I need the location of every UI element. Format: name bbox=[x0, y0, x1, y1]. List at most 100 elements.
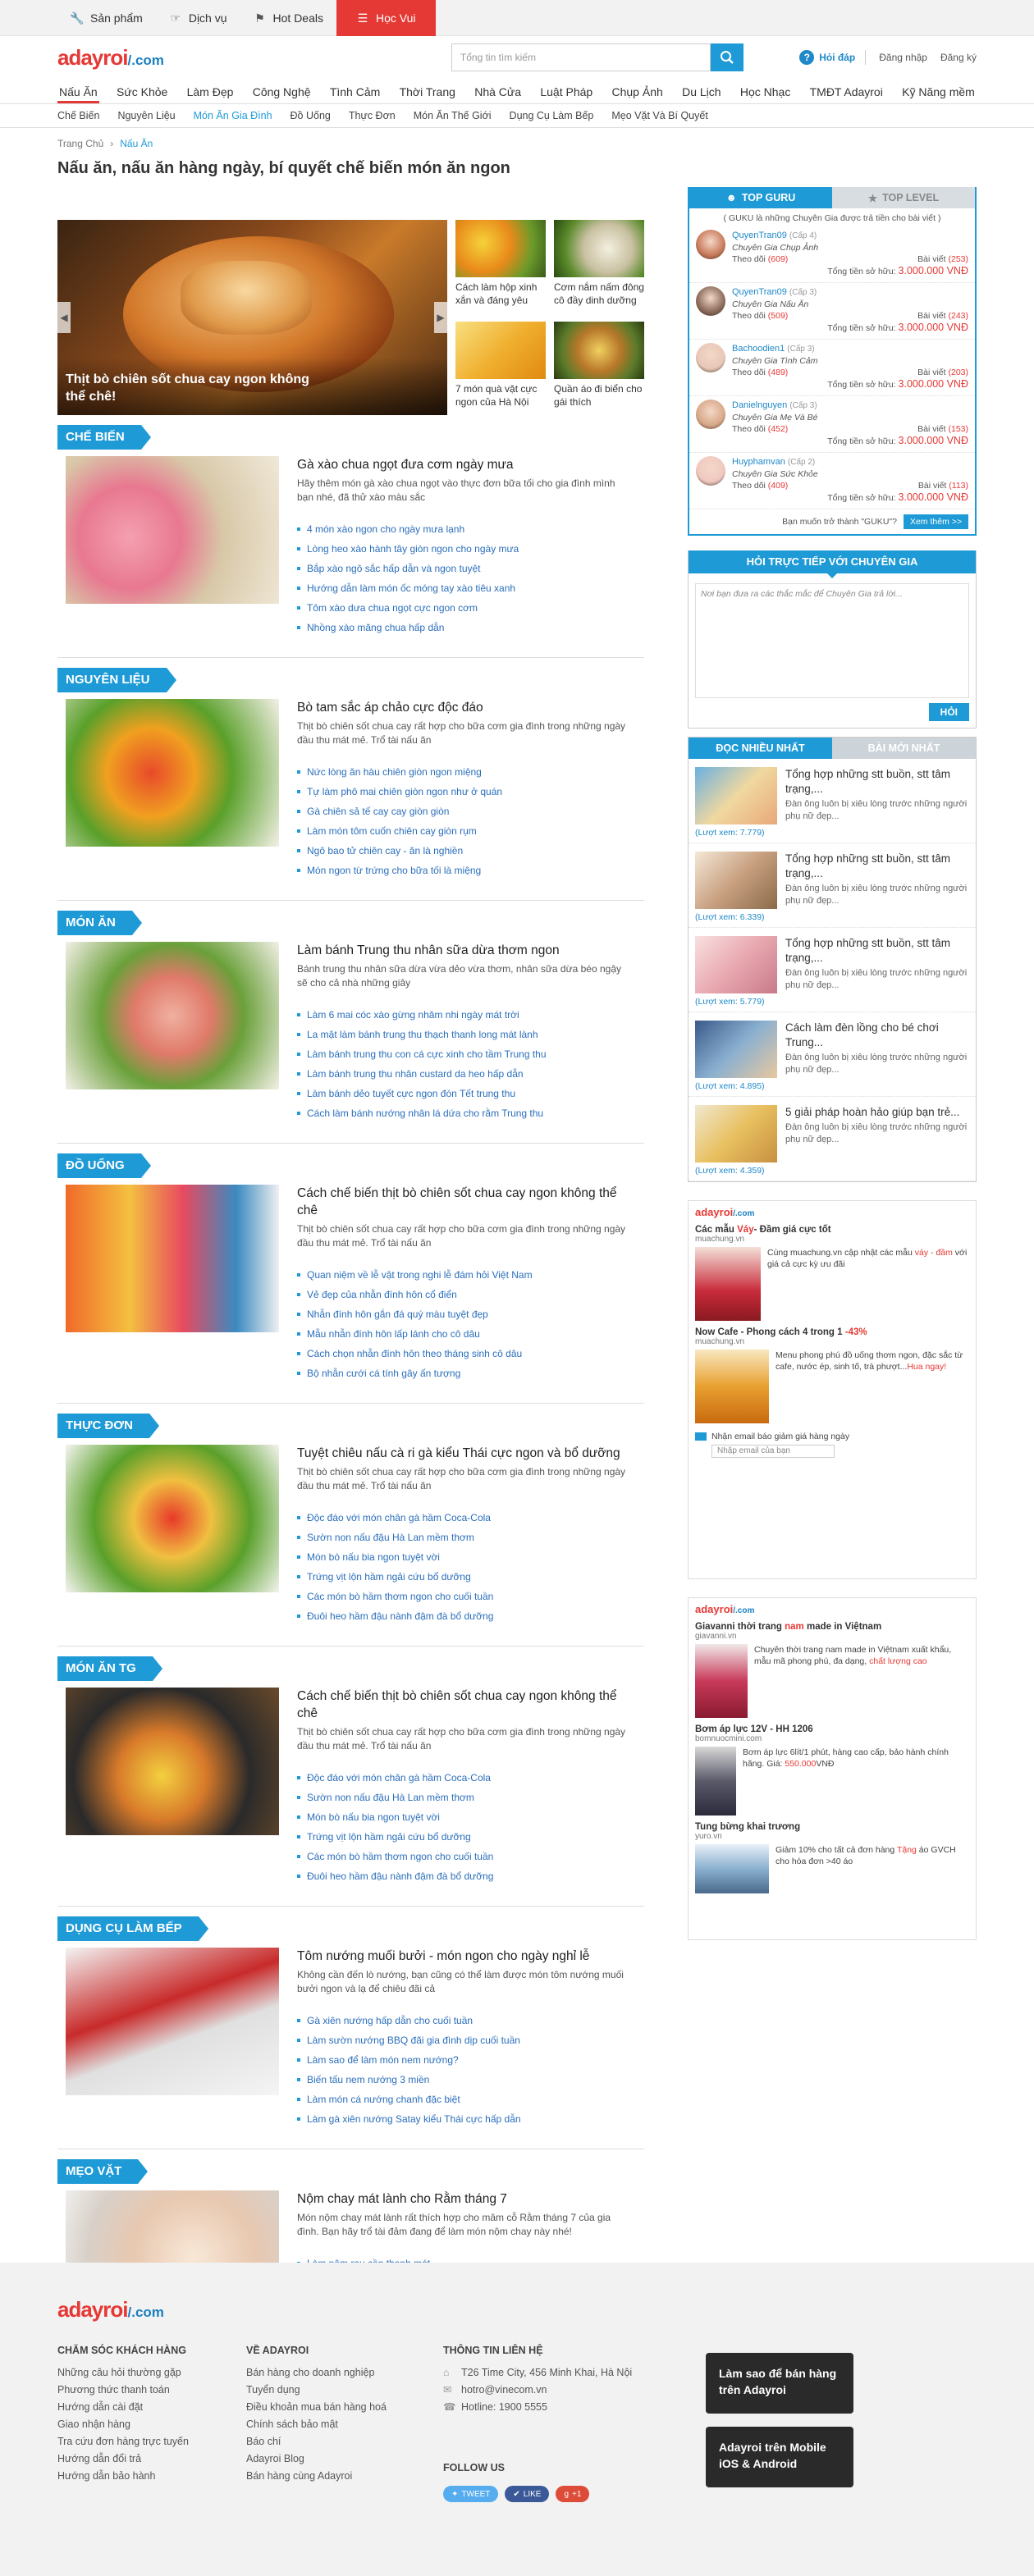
footer-link[interactable]: Chính sách bảo mật bbox=[246, 2416, 387, 2433]
ad-title[interactable]: Các mẫu Váy- Đầm giá cực tốt bbox=[695, 1225, 969, 1235]
login-link[interactable]: Đăng nhập bbox=[879, 52, 927, 63]
contact-email[interactable]: ✉ hotro@vinecom.vn bbox=[443, 2382, 632, 2399]
guru-name[interactable]: QuyenTran09 bbox=[732, 231, 787, 240]
nav-tinh-cam[interactable]: Tình Cảm bbox=[328, 85, 382, 103]
ad-item[interactable]: Bơm áp lực 12V - HH 1206 bomnuocmini.com B… bbox=[695, 1724, 969, 1816]
related-link[interactable]: Độc đáo với món chân gà hầm Coca-Cola bbox=[297, 1508, 634, 1528]
popular-thumbnail[interactable] bbox=[695, 767, 777, 824]
footer-link[interactable]: Hướng dẫn cài đặt bbox=[57, 2399, 189, 2416]
related-link[interactable]: Tự làm phô mai chiên giòn ngon như ở quá… bbox=[297, 782, 634, 802]
sell-on-adayroi-button[interactable]: Làm sao để bán hàng trên Adayroi bbox=[706, 2353, 853, 2414]
ad-image[interactable] bbox=[695, 1247, 761, 1321]
section-image[interactable] bbox=[66, 1185, 279, 1332]
related-link[interactable]: Hướng dẫn làm món ốc móng tay xào tiêu x… bbox=[297, 578, 634, 598]
footer-link[interactable]: Bán hàng cùng Adayroi bbox=[246, 2468, 387, 2485]
question-textarea[interactable]: Nơi bạn đưa ra các thắc mắc để Chuyên Gi… bbox=[695, 583, 969, 698]
mobile-app-button[interactable]: Adayroi trên Mobile iOS & Android bbox=[706, 2427, 853, 2487]
nav-ky-nang[interactable]: Kỹ Năng mềm bbox=[900, 85, 977, 103]
section-headline[interactable]: Bò tam sắc áp chảo cực độc đáo bbox=[297, 699, 634, 716]
related-link[interactable]: Ngô bao tử chiên cay - ăn là nghiền bbox=[297, 841, 634, 861]
section-tag[interactable]: MÓN ĂN bbox=[57, 911, 142, 935]
help-link[interactable]: ? Hỏi đáp bbox=[799, 50, 867, 65]
related-link[interactable]: Làm sườn nướng BBQ đãi gia đình dịp cuối… bbox=[297, 2030, 634, 2050]
footer-link[interactable]: Những câu hỏi thường gặp bbox=[57, 2364, 189, 2382]
related-link[interactable]: Sườn non nấu đậu Hà Lan mềm thơm bbox=[297, 1528, 634, 1547]
ad-image[interactable] bbox=[695, 1644, 748, 1718]
guru-name[interactable]: Huyphamvan bbox=[732, 457, 785, 467]
related-link[interactable]: Món bò nấu bia ngon tuyệt vời bbox=[297, 1547, 634, 1567]
tab-most-read[interactable]: ĐỌC NHIỀU NHẤT bbox=[689, 738, 832, 759]
ad-item[interactable]: Giavanni thời trang nam made in Việtnam g… bbox=[695, 1622, 969, 1718]
related-link[interactable]: Đuôi heo hầm đậu nành đậm đà bổ dưỡng bbox=[297, 1866, 634, 1886]
related-link[interactable]: Cách chọn nhẫn đính hôn theo tháng sinh … bbox=[297, 1344, 634, 1363]
related-link[interactable]: Độc đáo với món chân gà hầm Coca-Cola bbox=[297, 1768, 634, 1788]
related-link[interactable]: Đuôi heo hầm đậu nành đậm đà bổ dưỡng bbox=[297, 1606, 634, 1626]
avatar[interactable] bbox=[696, 400, 725, 429]
footer-link[interactable]: Adayroi Blog bbox=[246, 2450, 387, 2468]
section-tag[interactable]: ĐỒ UỐNG bbox=[57, 1153, 151, 1178]
related-link[interactable]: Sườn non nấu đậu Hà Lan mềm thơm bbox=[297, 1788, 634, 1807]
subnav-thuc-don[interactable]: Thực Đơn bbox=[349, 110, 396, 121]
topbar-services[interactable]: ☞ Dịch vụ bbox=[156, 0, 240, 36]
hero-item[interactable]: Cách làm hộp xinh xắn và đáng yêu bbox=[455, 220, 546, 313]
next-arrow-icon[interactable]: ▶ bbox=[434, 302, 447, 333]
ad-image[interactable] bbox=[695, 1844, 769, 1893]
like-button[interactable]: ✔ LIKE bbox=[505, 2486, 550, 2502]
section-tag[interactable]: NGUYÊN LIỆU bbox=[57, 668, 176, 692]
subnav-mon-an-the-gioi[interactable]: Món Ăn Thế Giới bbox=[414, 110, 492, 121]
avatar[interactable] bbox=[696, 286, 725, 316]
footer-link[interactable]: Bán hàng cho doanh nghiệp bbox=[246, 2364, 387, 2382]
tweet-button[interactable]: ✦ TWEET bbox=[443, 2486, 499, 2502]
popular-title[interactable]: Tổng hợp những stt buồn, stt tâm trạng,.… bbox=[785, 852, 969, 881]
section-headline[interactable]: Gà xào chua ngọt đưa cơm ngày mưa bbox=[297, 456, 634, 473]
search-button[interactable] bbox=[710, 43, 743, 71]
popular-title[interactable]: 5 giải pháp hoàn hảo giúp bạn trẻ... bbox=[785, 1105, 969, 1120]
related-link[interactable]: La mật làm bánh trung thu thạch thanh lo… bbox=[297, 1025, 634, 1044]
section-headline[interactable]: Cách chế biến thịt bò chiên sốt chua cay… bbox=[297, 1688, 634, 1722]
subnav-che-bien[interactable]: Chế Biến bbox=[57, 110, 99, 121]
related-link[interactable]: Món ngon từ trứng cho bữa tối là miệng bbox=[297, 861, 634, 880]
popular-item[interactable]: (Lượt xem: 5.779) Tổng hợp những stt buồn… bbox=[689, 928, 976, 1012]
nav-nau-an[interactable]: Nấu Ăn bbox=[57, 85, 99, 103]
prev-arrow-icon[interactable]: ◀ bbox=[57, 302, 71, 333]
related-link[interactable]: Làm bánh dẻo tuyết cực ngon đón Tết trun… bbox=[297, 1084, 634, 1103]
hero-item[interactable]: Quần áo đi biển cho gái thích bbox=[554, 322, 644, 415]
nav-lam-dep[interactable]: Làm Đẹp bbox=[185, 85, 236, 103]
footer-link[interactable]: Giao nhận hàng bbox=[57, 2416, 189, 2433]
related-link[interactable]: Tôm xào dưa chua ngọt cực ngon cơm bbox=[297, 598, 634, 618]
related-link[interactable]: Nhồng xào măng chua hấp dẫn bbox=[297, 618, 634, 637]
nav-nha-cua[interactable]: Nhà Cửa bbox=[473, 85, 523, 103]
footer-link[interactable]: Báo chí bbox=[246, 2433, 387, 2450]
footer-link[interactable]: Phương thức thanh toán bbox=[57, 2382, 189, 2399]
section-image[interactable] bbox=[66, 1445, 279, 1592]
ad-title[interactable]: Bơm áp lực 12V - HH 1206 bbox=[695, 1724, 969, 1734]
topbar-hoc-vui[interactable]: ☰ Học Vui bbox=[336, 0, 436, 36]
popular-thumbnail[interactable] bbox=[695, 936, 777, 993]
related-link[interactable]: Làm bánh trung thu con cá cực xinh cho t… bbox=[297, 1044, 634, 1064]
related-link[interactable]: Bộ nhẫn cưới cá tính gây ấn tượng bbox=[297, 1363, 634, 1383]
hero-main-story[interactable]: ◀ ▶ Thịt bò chiên sốt chua cay ngon khôn… bbox=[57, 220, 447, 415]
guru-row[interactable]: Danielnguyen (Cấp 3) Chuyên Gia Mẹ Và Bé T… bbox=[689, 396, 975, 453]
related-link[interactable]: Làm gà xiên nướng Satay kiểu Thái cực hấ… bbox=[297, 2109, 634, 2129]
related-link[interactable]: Nức lòng ăn hàu chiên giòn ngon miệng bbox=[297, 762, 634, 782]
ask-button[interactable]: HỎI bbox=[928, 703, 969, 721]
popular-thumbnail[interactable] bbox=[695, 1021, 777, 1078]
guru-name[interactable]: Bachoodien1 bbox=[732, 344, 785, 354]
footer-link[interactable]: Tra cứu đơn hàng trực tuyến bbox=[57, 2433, 189, 2450]
nav-luat-phap[interactable]: Luật Pháp bbox=[538, 85, 594, 103]
section-image[interactable] bbox=[66, 942, 279, 1089]
related-link[interactable]: Bắp xào ngô sắc hấp dẫn và ngon tuyệt bbox=[297, 559, 634, 578]
subnav-meo-vat[interactable]: Mẹo Vặt Và Bí Quyết bbox=[611, 110, 707, 121]
popular-title[interactable]: Tổng hợp những stt buồn, stt tâm trạng,.… bbox=[785, 936, 969, 966]
section-headline[interactable]: Nộm chay mát lành cho Rằm tháng 7 bbox=[297, 2190, 634, 2208]
guru-row[interactable]: Bachoodien1 (Cấp 3) Chuyên Gia Tình Cảm Th… bbox=[689, 340, 975, 396]
footer-link[interactable]: Tuyển dụng bbox=[246, 2382, 387, 2399]
topbar-products[interactable]: 🔧 Sản phẩm bbox=[57, 0, 156, 36]
topbar-hot-deals[interactable]: ⚑ Hot Deals bbox=[240, 0, 336, 36]
related-link[interactable]: Các món bò hầm thơm ngon cho cuối tuần bbox=[297, 1587, 634, 1606]
popular-item[interactable]: (Lượt xem: 4.359) 5 giải pháp hoàn hảo gi… bbox=[689, 1097, 976, 1181]
ad-image[interactable] bbox=[695, 1350, 769, 1423]
nav-hoc-nhac[interactable]: Học Nhạc bbox=[739, 85, 792, 103]
footer-logo[interactable]: adayroi/.com bbox=[57, 2297, 164, 2323]
section-headline[interactable]: Làm bánh Trung thu nhân sữa dừa thơm ngo… bbox=[297, 942, 634, 959]
